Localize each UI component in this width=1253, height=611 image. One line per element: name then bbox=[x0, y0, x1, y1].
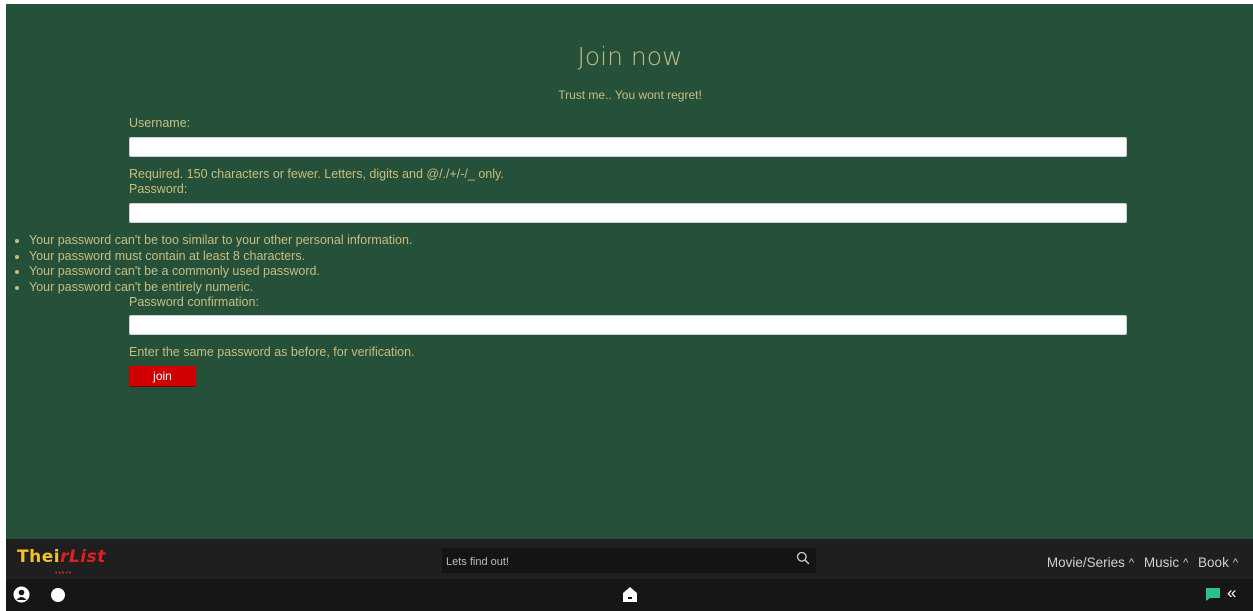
footer-bar: TheirList ••••• Movie/Series^ Music^ Boo… bbox=[6, 539, 1253, 611]
category-nav: Movie/Series ^ Music ^ Book ^ bbox=[1041, 555, 1238, 570]
page-title: Join now bbox=[577, 42, 683, 71]
signup-panel: Join now Trust me.. You wont regret! Use… bbox=[6, 4, 1253, 539]
footer-top-row: TheirList ••••• Movie/Series^ Music^ Boo… bbox=[6, 539, 1253, 579]
logo-dots-decoration: ••••• bbox=[55, 570, 73, 577]
chevron-up-icon: ^ bbox=[1183, 557, 1189, 569]
nav-item-label: Movie/Series bbox=[1046, 555, 1125, 570]
password-confirm-input[interactable] bbox=[129, 315, 1127, 335]
search-icon[interactable] bbox=[796, 551, 810, 570]
nav-item-book[interactable]: Book ^ bbox=[1198, 555, 1238, 570]
page-subtitle: Trust me.. You wont regret! bbox=[558, 88, 702, 102]
logo-text-secondary: rList bbox=[60, 547, 106, 567]
username-help: Required. 150 characters or fewer. Lette… bbox=[129, 167, 504, 181]
join-button[interactable]: join bbox=[129, 366, 196, 386]
nav-item-label: Music bbox=[1143, 555, 1180, 570]
footer-bottom-row: « bbox=[6, 579, 1253, 611]
chevron-up-icon: ^ bbox=[1232, 557, 1238, 569]
nav-item-music[interactable]: Music ^ bbox=[1144, 555, 1188, 570]
password-rule: Your password can't be a commonly used p… bbox=[29, 264, 412, 280]
password-confirm-help: Enter the same password as before, for v… bbox=[129, 345, 415, 359]
nav-item-movie-series[interactable]: Movie/Series ^ bbox=[1047, 555, 1134, 570]
password-rule: Your password can't be entirely numeric. bbox=[29, 280, 412, 296]
logo-text-primary: Thei bbox=[17, 547, 61, 567]
home-icon[interactable] bbox=[622, 586, 638, 608]
collapse-icon[interactable]: « bbox=[1227, 583, 1236, 603]
password-rule: Your password must contain at least 8 ch… bbox=[29, 249, 412, 265]
password-confirm-label: Password confirmation: bbox=[129, 295, 259, 309]
theme-toggle[interactable] bbox=[51, 588, 65, 602]
password-rules-list: Your password can't be too similar to yo… bbox=[12, 233, 412, 295]
password-rule: Your password can't be too similar to yo… bbox=[29, 233, 412, 249]
chat-icon[interactable] bbox=[1205, 587, 1221, 607]
logo[interactable]: TheirList bbox=[17, 547, 106, 567]
username-input[interactable] bbox=[129, 137, 1127, 157]
search-input[interactable] bbox=[442, 548, 788, 575]
user-icon[interactable] bbox=[13, 586, 30, 608]
username-label: Username: bbox=[129, 116, 191, 130]
password-label: Password: bbox=[129, 182, 188, 196]
password-input[interactable] bbox=[129, 203, 1127, 223]
chevron-up-icon: ^ bbox=[1128, 557, 1135, 569]
nav-item-label: Book bbox=[1198, 555, 1229, 570]
search-bar bbox=[442, 548, 816, 575]
